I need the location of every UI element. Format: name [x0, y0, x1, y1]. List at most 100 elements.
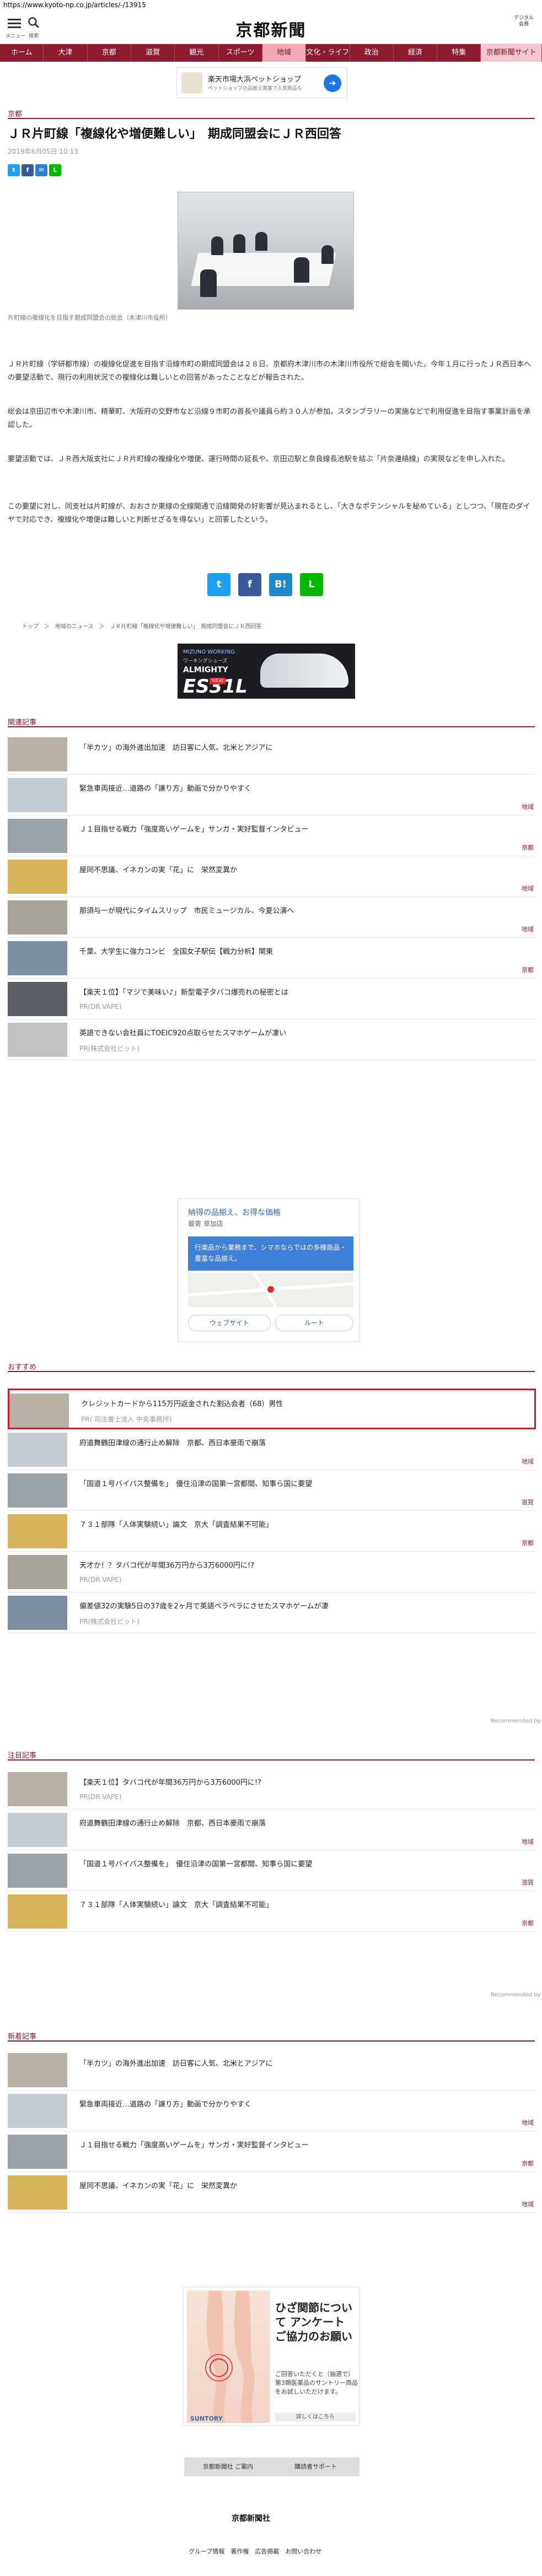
nav-item[interactable]: 京都 [88, 44, 131, 62]
item-title: 「国道１号バイパス整備を」 優住沿津の国第一宮都間、知事ら国に要望 [79, 1480, 313, 1488]
survey-more-button[interactable]: 詳しくはこちら [275, 2413, 356, 2422]
arrow-icon[interactable]: ➜ [324, 74, 341, 92]
survey-ad[interactable]: ひざ関節について アンケート ご協力のお願い ご回答いただくと（抽選で）第3類医… [183, 2287, 359, 2426]
item-title: 天才か！？タバコ代が年間36万円から3万6000円に!? [79, 1562, 255, 1570]
line-share-icon[interactable]: L [300, 573, 323, 596]
item-category[interactable]: 京都 [522, 965, 534, 974]
list-item[interactable]: 千葉、大学生に強力コンビ 全国女子駅伝【戦力分析】関東 京都 [8, 938, 536, 979]
list-item[interactable]: クレジットカードから115万円返金された割込会者（68）男性 PR( 司法書士法人… [8, 1389, 536, 1429]
footer-links[interactable]: グループ情報 著作権 広告掲載 お問い合わせ [189, 2547, 321, 2556]
list-item[interactable]: 府道舞鶴田津線の通行止め解除 京都、西日本豪雨で崩落地域 [8, 1810, 536, 1850]
search-icon[interactable] [28, 17, 40, 29]
item-category[interactable]: 地域 [522, 2118, 534, 2127]
thumbnail [8, 2053, 67, 2087]
list-item[interactable]: ７３１部隊「人体実験続い」論文 京大「調査結果不可能」 京都 [8, 1891, 536, 1932]
nav-item[interactable]: 地域 [262, 44, 307, 62]
recommend-divider [8, 1371, 535, 1372]
item-category[interactable]: 地域 [522, 1457, 534, 1466]
nav-item[interactable]: 滋賀 [131, 44, 175, 62]
thumbnail [8, 1596, 67, 1630]
about-button[interactable]: 京都新聞社 ご案内 [184, 2458, 272, 2476]
line-icon[interactable]: L [49, 164, 61, 176]
thumbnail [8, 1772, 67, 1806]
nav-item[interactable]: 経済 [394, 44, 438, 62]
item-category[interactable]: 京都 [522, 1538, 534, 1547]
item-category[interactable]: 滋賀 [522, 1878, 534, 1887]
list-item[interactable]: 【楽天１位】「マジで美味い♪」新型電子タバコ爆売れの秘密とは PR(DR.VAPE… [8, 979, 536, 1019]
item-title: Ｊ１目指せる戦力「強度高いゲームを」サンガ・実好監督インタビュー [79, 2141, 309, 2150]
item-category[interactable]: 地域 [522, 802, 534, 811]
nav-item[interactable]: 大津 [44, 44, 88, 62]
list-item[interactable]: 府道舞鶴田津線の通行止め解除 京都、西日本豪雨で崩落 地域 [8, 1429, 536, 1470]
mail-icon[interactable]: ✉ [35, 164, 47, 176]
list-item[interactable]: Ｊ１目指せる戦力「強度高いゲームを」サンガ・実好監督インタビュー 京都 [8, 816, 536, 856]
item-sponsor: PR(株式会社ビット) [79, 1618, 139, 1625]
map-ad-title: 納得の品揃え、お得な価格 [188, 1208, 281, 1217]
item-category[interactable]: 地域 [522, 884, 534, 893]
facebook-icon[interactable]: f [22, 164, 34, 176]
facebook-share-icon[interactable]: f [238, 573, 261, 596]
list-item[interactable]: 「国道１号バイパス整備を」 優住沿津の国第一宮都間、知事ら国に要望滋賀 [8, 1470, 536, 1511]
list-item[interactable]: 緊急車両接近…道路の「譲り方」動画で分かりやすく地域 [8, 2091, 536, 2131]
list-item[interactable]: 「半カツ」の海外進出加速 訪日客に人気、北米とアジアに [8, 734, 536, 775]
breadcrumb[interactable]: トップ ＞ 地域のニュース ＞ ＪＲ片町線「複線化や増便難しい」 期成同盟会にＪ… [22, 622, 262, 630]
site-logo[interactable]: 京都新聞 [221, 17, 321, 41]
list-item[interactable]: ７３１部隊「人体実験続い」論文 京大「調査結果不可能」 京都 [8, 1511, 536, 1552]
nav-item[interactable]: 京都新聞サイト [481, 44, 542, 62]
thumbnail [8, 2135, 67, 2169]
footer-logo[interactable]: 京都新聞社 [232, 2513, 270, 2524]
nav-item[interactable]: 特集 [437, 44, 481, 62]
hatena-share-icon[interactable]: B! [269, 573, 292, 596]
item-category[interactable]: 京都 [522, 843, 534, 852]
item-sponsor: PR(株式会社ビット) [79, 1045, 139, 1052]
item-category[interactable]: 滋賀 [522, 1498, 534, 1506]
item-category[interactable]: 地域 [522, 925, 534, 933]
item-category[interactable]: 地域 [522, 2200, 534, 2208]
item-category[interactable]: 京都 [522, 1919, 534, 1927]
ad-title: 楽天市場大浜ペットショップ [208, 75, 302, 84]
list-item[interactable]: 天才か！？タバコ代が年間36万円から3万6000円に!? PR(DR.VAPE) [8, 1552, 536, 1592]
website-button[interactable]: ウェブサイト [188, 1315, 271, 1331]
map-ad[interactable]: 納得の品揃え、お得な価格 最寄 草加店 行楽品から業務まで、シマホならではの多様… [178, 1198, 359, 1342]
nav-item[interactable]: スポーツ [219, 44, 262, 62]
item-category[interactable]: 地域 [522, 1837, 534, 1846]
item-category[interactable]: 京都 [522, 2159, 534, 2168]
support-button[interactable]: 購読者サポート [272, 2458, 359, 2476]
article-paragraph: 要望活動では、ＪＲ西大阪支社にＪＲ片町線の複線化や増便、運行時間の延長や、京田辺… [8, 455, 509, 463]
list-item[interactable]: Ｊ１目指せる戦力「強度高いゲームを」サンガ・実好監督インタビュー京都 [8, 2131, 536, 2172]
list-item[interactable]: 「国道１号バイパス整備を」 優住沿津の国第一宮都間、知事ら国に要望 滋賀 [8, 1850, 536, 1891]
url-bar[interactable]: https://www.kyoto-np.co.jp/articles/-/13… [0, 0, 542, 10]
twitter-icon[interactable]: t [8, 164, 20, 176]
list-item[interactable]: 那須与一が現代にタイムスリップ 市民ミュージカル、今夏公演へ 地域 [8, 897, 536, 938]
item-title: 府道舞鶴田津線の通行止め解除 京都、西日本豪雨で崩落 [79, 1819, 266, 1828]
list-item[interactable]: 「半カツ」の海外進出加速 訪日客に人気、北米とアジアに [8, 2050, 536, 2091]
search-label: 検索 [29, 34, 39, 39]
nav-item[interactable]: 政治 [350, 44, 394, 62]
top-ad-banner[interactable]: 楽天市場大浜ペットショップ ペットショップの品揃え豊富で人気商品も ➜ [176, 67, 347, 98]
thumbnail [8, 982, 67, 1016]
thumbnail [8, 1555, 67, 1589]
ad-sub: ワーキングシューズ [183, 658, 228, 664]
item-title: 緊急車両接近…道路の「譲り方」動画で分かりやすく [79, 2100, 252, 2109]
list-item[interactable]: 【楽天１位】タバコ代が年間36万円から3万6000円に!? PR(DR.VAPE) [8, 1769, 536, 1810]
digital-member-link[interactable]: デジタル会員 [513, 15, 535, 28]
nav-item[interactable]: 文化・ライフ [306, 44, 350, 62]
list-item[interactable]: 緊急車両接近…道路の「譲り方」動画で分かりやすく 地域 [8, 775, 536, 816]
thumbnail [8, 1473, 67, 1508]
item-title: 偏差値32の実験5日の37歳を2ヶ月で英語ペラペラにさせたスマホゲームが凄 [79, 1602, 329, 1611]
nav-item[interactable]: ホーム [0, 44, 44, 62]
featured-heading: 注目記事 [8, 1752, 37, 1760]
list-item[interactable]: 英語できない会社員にTOEIC920点取らせたスマホゲームが凄い PR(株式会社ビ… [8, 1019, 536, 1060]
item-title: 「半カツ」の海外進出加速 訪日客に人気、北米とアジアに [79, 744, 273, 752]
list-item[interactable]: 屋同不思議、イネカンの実「花」に 栄然変異か 地域 [8, 2172, 536, 2213]
route-button[interactable]: ルート [275, 1315, 353, 1331]
list-item[interactable]: 偏差値32の実験5日の37歳を2ヶ月で英語ペラペラにさせたスマホゲームが凄 PR(… [8, 1592, 536, 1633]
item-title: 「半カツ」の海外進出加速 訪日客に人気、北米とアジアに [79, 2060, 273, 2068]
twitter-share-icon[interactable]: t [207, 573, 230, 596]
thumbnail [8, 2175, 67, 2210]
list-item[interactable]: 屋同不思議、イネカンの実「花」に 栄然変異か 地域 [8, 856, 536, 897]
related-divider [8, 726, 535, 727]
nav-item[interactable]: 観光 [175, 44, 219, 62]
shoe-ad[interactable]: MIZUNO WORKING ワーキングシューズ ALMIGHTY ES31L … [178, 644, 355, 699]
menu-icon[interactable] [8, 17, 21, 30]
